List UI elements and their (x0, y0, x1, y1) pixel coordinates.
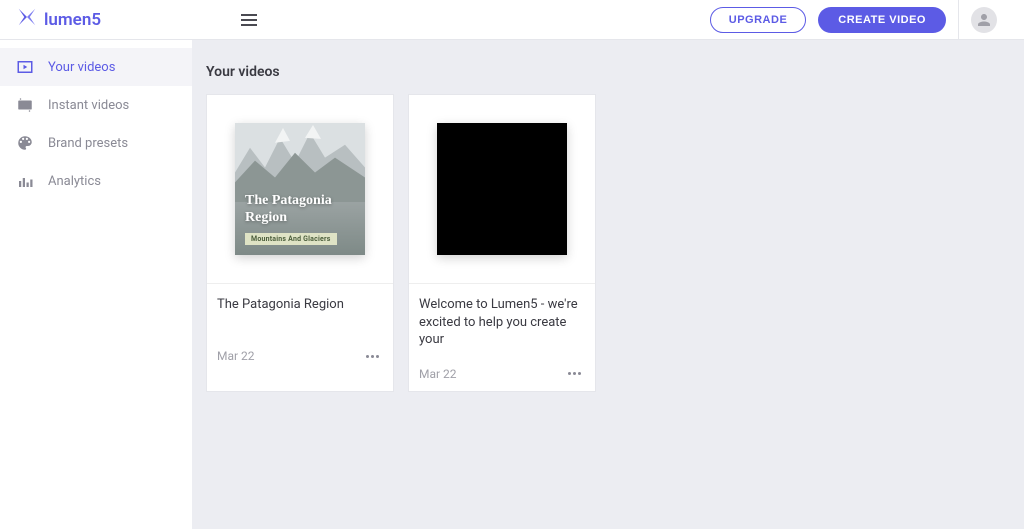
create-video-button[interactable]: CREATE VIDEO (818, 7, 946, 33)
user-avatar[interactable] (971, 7, 997, 33)
page-title: Your videos (206, 64, 1010, 80)
main-content: Your videos (192, 40, 1024, 529)
body: Your videos Instant videos Brand presets… (0, 40, 1024, 529)
sidebar-item-label: Your videos (48, 60, 115, 75)
video-title: Welcome to Lumen5 - we're excited to hel… (419, 296, 585, 349)
sidebar-item-analytics[interactable]: Analytics (0, 162, 192, 200)
video-grid: The Patagonia Region Mountains And Glaci… (206, 94, 1010, 392)
sidebar-item-label: Instant videos (48, 98, 129, 113)
sidebar-item-label: Analytics (48, 174, 101, 189)
menu-toggle-icon[interactable] (241, 14, 257, 26)
sidebar-item-instant-videos[interactable]: Instant videos (0, 86, 192, 124)
play-icon (16, 58, 34, 76)
bars-icon (16, 172, 34, 190)
thumbnail-badge: Mountains And Glaciers (245, 233, 337, 245)
avatar-container (958, 0, 1008, 40)
thumbnail-title: The Patagonia Region (245, 193, 355, 227)
logo-text: lumen5 (44, 10, 101, 30)
sparkle-video-icon (16, 96, 34, 114)
video-date: Mar 22 (419, 367, 457, 381)
header: lumen5 UPGRADE CREATE VIDEO (0, 0, 1024, 40)
video-card[interactable]: The Patagonia Region Mountains And Glaci… (206, 94, 394, 392)
more-menu-icon[interactable] (362, 351, 383, 362)
video-title: The Patagonia Region (217, 296, 383, 331)
header-actions: UPGRADE CREATE VIDEO (710, 0, 1008, 40)
sidebar: Your videos Instant videos Brand presets… (0, 40, 192, 529)
logo[interactable]: lumen5 (16, 6, 101, 33)
video-thumbnail: The Patagonia Region Mountains And Glaci… (207, 95, 393, 283)
video-card[interactable]: Welcome to Lumen5 - we're excited to hel… (408, 94, 596, 392)
logo-icon (16, 6, 38, 33)
more-menu-icon[interactable] (564, 368, 585, 379)
sidebar-item-brand-presets[interactable]: Brand presets (0, 124, 192, 162)
video-thumbnail (409, 95, 595, 283)
sidebar-item-your-videos[interactable]: Your videos (0, 48, 192, 86)
upgrade-button[interactable]: UPGRADE (710, 7, 807, 33)
palette-icon (16, 134, 34, 152)
sidebar-item-label: Brand presets (48, 136, 128, 151)
video-date: Mar 22 (217, 349, 255, 363)
